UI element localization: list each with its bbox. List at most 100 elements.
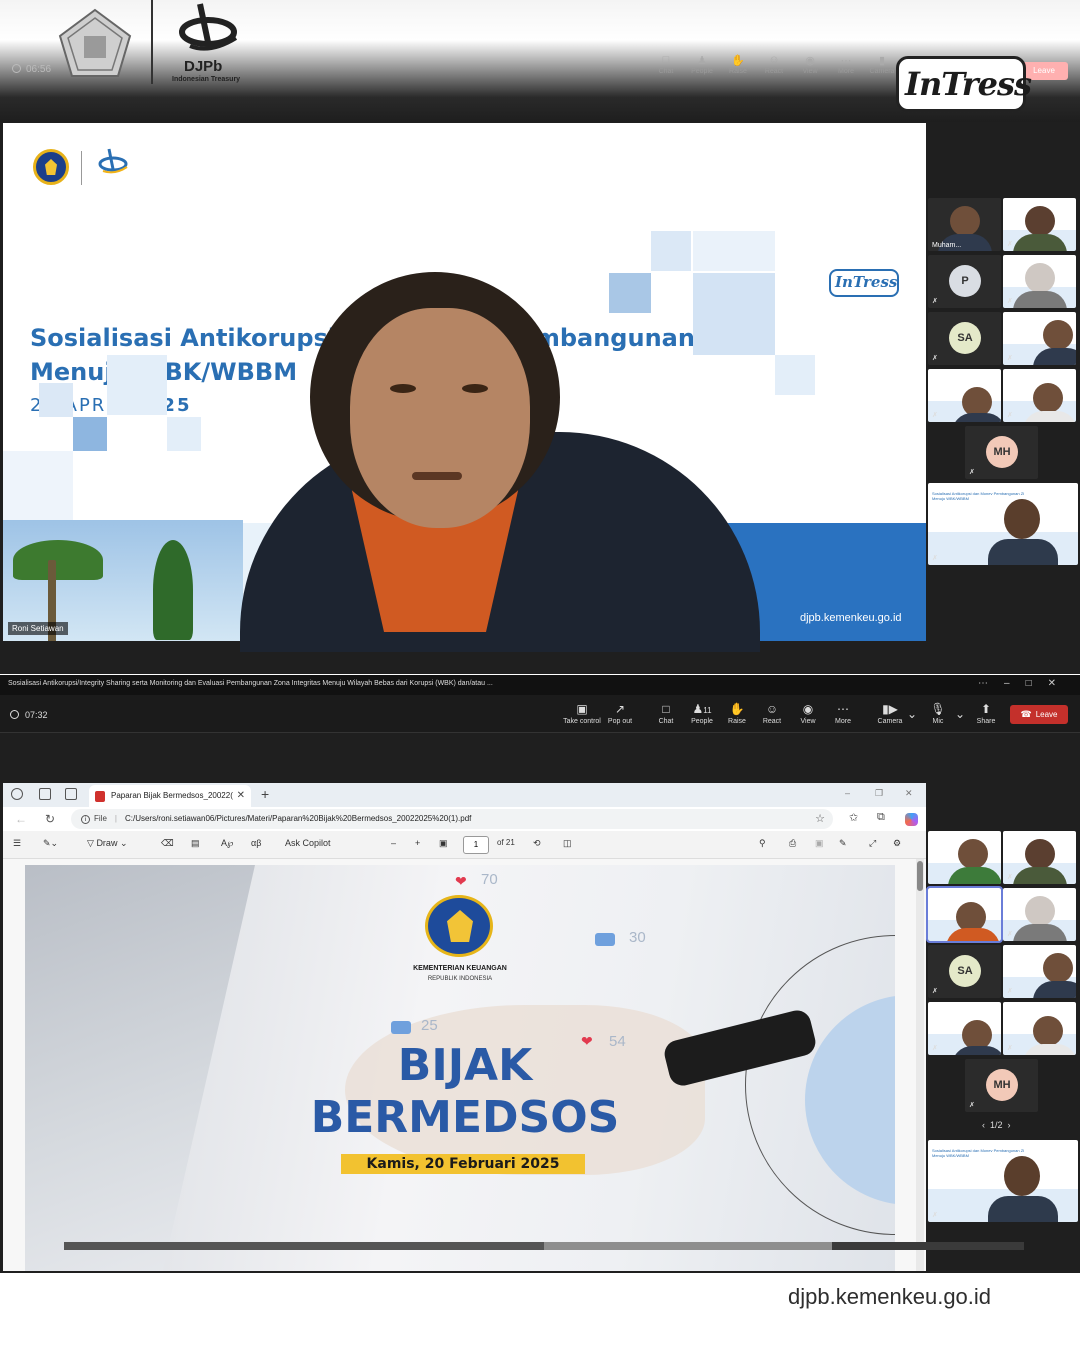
- participant-tile[interactable]: ✗: [928, 369, 1001, 422]
- text-box-icon[interactable]: ▤: [191, 838, 200, 849]
- pdf-vertical-scrollbar[interactable]: [916, 859, 924, 1271]
- chevron-right-icon[interactable]: ›: [1008, 1120, 1011, 1130]
- draw-button[interactable]: ▽ Draw ⌄: [87, 838, 128, 849]
- read-aloud-icon[interactable]: A℘: [221, 838, 233, 849]
- mic-muted-icon: ✗: [1007, 988, 1013, 995]
- participant-tile-active-speaker[interactable]: [926, 886, 1003, 943]
- presenter-eye: [462, 384, 488, 393]
- info-icon[interactable]: i: [81, 815, 90, 824]
- participant-tile[interactable]: ✗: [928, 1002, 1001, 1055]
- ask-copilot-button[interactable]: Ask Copilot: [285, 838, 331, 848]
- chevron-left-icon[interactable]: ‹: [982, 1120, 985, 1130]
- rotate-icon[interactable]: ⟲: [533, 838, 541, 849]
- more-icon[interactable]: ⋯: [978, 678, 1004, 689]
- more-button[interactable]: ⋯ More: [823, 702, 863, 725]
- top-view-button[interactable]: ◉ View: [792, 54, 828, 75]
- participant-tile[interactable]: ✗: [1003, 1002, 1076, 1055]
- top-raise-button[interactable]: ✋ Raise: [720, 54, 756, 75]
- page-number-input[interactable]: 1: [463, 836, 489, 854]
- mic-options-chevron[interactable]: ⌄: [954, 707, 966, 723]
- chat-button[interactable]: □ Chat: [646, 702, 686, 725]
- people-button[interactable]: ♟11 People: [682, 702, 722, 725]
- take-control-button[interactable]: ▣ Take control: [560, 702, 604, 725]
- minimize-icon[interactable]: –: [845, 788, 850, 798]
- participant-tile[interactable]: [928, 831, 1001, 884]
- eraser-icon[interactable]: ⌫: [161, 838, 174, 849]
- participant-tile[interactable]: ✗: [1003, 831, 1076, 884]
- tab-actions-icon[interactable]: [65, 788, 77, 800]
- zoom-in-icon[interactable]: +: [415, 838, 420, 848]
- participant-tile[interactable]: SA ✗: [928, 945, 1001, 998]
- back-icon[interactable]: ←: [15, 812, 27, 826]
- workspaces-icon[interactable]: [39, 788, 51, 800]
- deco-square: [39, 383, 73, 417]
- top-people-button[interactable]: ♟ People: [684, 54, 720, 75]
- close-icon[interactable]: ✕: [1048, 678, 1072, 689]
- fullscreen-icon[interactable]: ⤢: [869, 838, 876, 849]
- url-field[interactable]: i File | C:/Users/roni.setiawan06/Pictures/…: [71, 809, 833, 829]
- intress-overlay-logo: InTress: [896, 56, 1032, 112]
- close-icon[interactable]: ✕: [905, 788, 913, 799]
- close-tab-icon[interactable]: ✕: [237, 785, 245, 807]
- participant-tile[interactable]: P ✗: [928, 255, 1001, 308]
- window-controls: ⋯–□✕: [978, 678, 1072, 689]
- save-as-icon[interactable]: ✎: [839, 838, 847, 849]
- djpb-brand-text: DJPb: [184, 58, 223, 75]
- participant-tile-large[interactable]: Sosialisasi Antikorupsi dan Monev Pemban…: [928, 483, 1078, 565]
- mic-button[interactable]: 🎙 Mic: [918, 702, 958, 725]
- participant-tile[interactable]: ✗: [1003, 888, 1076, 941]
- pop-out-button[interactable]: ↗ Pop out: [600, 702, 640, 725]
- participant-tile[interactable]: SA ✗: [928, 312, 1001, 365]
- org-name: KEMENTERIAN KEUANGAN: [413, 965, 507, 972]
- leave-button[interactable]: ☎ Leave: [1010, 705, 1068, 724]
- participant-tile[interactable]: MH ✗: [965, 426, 1038, 479]
- maximize-icon[interactable]: □: [1026, 678, 1048, 689]
- search-icon[interactable]: ⚲: [759, 838, 766, 849]
- teams-meeting-toolbar: 07:32 ▣ Take control ↗ Pop out □ Chat ♟11 Pe…: [0, 695, 1080, 733]
- zoom-out-icon[interactable]: –: [391, 838, 396, 848]
- horizontal-scrollbar[interactable]: [64, 1242, 1024, 1250]
- participant-tile[interactable]: ✗: [1003, 198, 1076, 251]
- highlight-icon[interactable]: ✎⌄: [43, 838, 58, 849]
- print-icon[interactable]: ⎙: [789, 838, 796, 849]
- share-button[interactable]: ⬆ Share: [966, 702, 1006, 725]
- participant-tile[interactable]: ✗: [1003, 312, 1076, 365]
- scrollbar-thumb[interactable]: [917, 861, 923, 891]
- top-more-button[interactable]: ⋯ More: [828, 54, 864, 75]
- participant-tile[interactable]: MH ✗: [965, 1059, 1038, 1112]
- settings-gear-icon[interactable]: ⚙: [893, 838, 901, 849]
- minimize-icon[interactable]: –: [1004, 678, 1026, 689]
- top-chat-button[interactable]: □ Chat: [648, 54, 684, 75]
- participant-tile[interactable]: Muham...: [928, 198, 1001, 251]
- contents-icon[interactable]: ☰: [13, 838, 21, 849]
- page-view-icon[interactable]: ◫: [563, 838, 572, 849]
- fit-page-icon[interactable]: ▣: [439, 838, 448, 849]
- new-tab-button[interactable]: +: [261, 786, 269, 802]
- camera-button[interactable]: ▮▶ Camera: [870, 702, 910, 725]
- restore-icon[interactable]: ❐: [875, 788, 883, 799]
- scrollbar-thumb[interactable]: [544, 1242, 832, 1250]
- participant-tile[interactable]: ✗: [1003, 945, 1076, 998]
- participant-tile[interactable]: ✗: [1003, 255, 1076, 308]
- copilot-icon[interactable]: [905, 813, 918, 826]
- refresh-icon[interactable]: ↻: [45, 812, 55, 826]
- participant-tile-large[interactable]: Sosialisasi Antikorupsi dan Monev Pemban…: [928, 1140, 1078, 1222]
- edge-browser-window: Paparan Bijak Bermedsos_20022( ✕ + – ❐ ✕…: [3, 783, 926, 1271]
- view-button[interactable]: ◉ View: [788, 702, 828, 725]
- participant-pager[interactable]: ‹ 1/2 ›: [982, 1120, 1011, 1130]
- participant-face: [1025, 839, 1055, 869]
- favorites-icon[interactable]: ✩: [849, 811, 858, 824]
- collections-icon[interactable]: ⧉: [877, 811, 885, 824]
- mic-muted-icon: ✗: [969, 469, 975, 476]
- save-icon[interactable]: ▣: [815, 838, 824, 849]
- top-react-button[interactable]: ☺ React: [756, 54, 792, 75]
- profile-icon[interactable]: [11, 788, 23, 800]
- favorite-star-icon[interactable]: ☆: [815, 809, 825, 829]
- raise-hand-button[interactable]: ✋ Raise: [717, 702, 757, 725]
- react-button[interactable]: ☺ React: [752, 702, 792, 725]
- participant-tile[interactable]: ✗: [1003, 369, 1076, 422]
- translate-icon[interactable]: αβ: [251, 838, 261, 848]
- camera-options-chevron[interactable]: ⌄: [906, 707, 918, 723]
- top-camera-button[interactable]: ▮ Camera: [864, 54, 900, 75]
- browser-tab[interactable]: Paparan Bijak Bermedsos_20022( ✕: [89, 785, 251, 807]
